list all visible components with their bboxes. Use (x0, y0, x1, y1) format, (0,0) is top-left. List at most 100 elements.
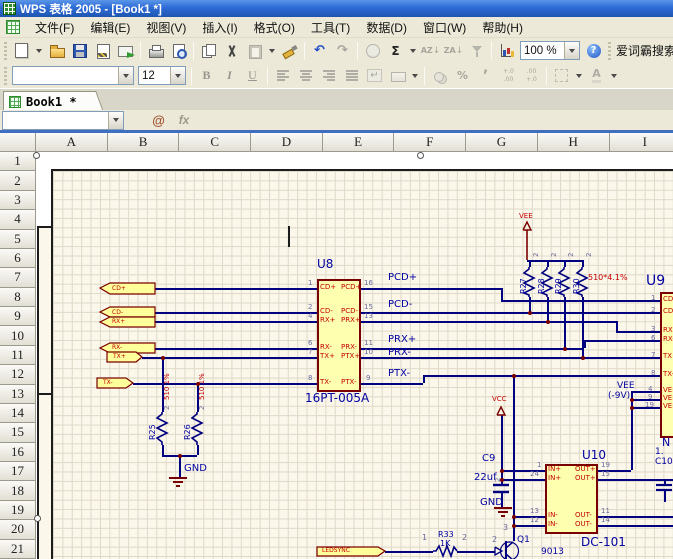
row-header-5[interactable]: 5 (0, 230, 36, 249)
decrease-decimal-button[interactable] (520, 65, 543, 86)
align-left-button[interactable] (271, 65, 294, 86)
sort-ascending-button[interactable] (419, 40, 442, 61)
autosum-button[interactable] (384, 40, 407, 61)
column-header-A[interactable]: A (36, 133, 108, 152)
menu-file[interactable]: 文件(F) (27, 17, 82, 38)
align-center-button[interactable] (294, 65, 317, 86)
dropdown-caret-icon[interactable] (266, 40, 278, 61)
object-selection-handle[interactable] (34, 515, 41, 522)
chart-button[interactable] (495, 40, 518, 61)
row-header-10[interactable]: 10 (0, 326, 36, 345)
row-header-17[interactable]: 17 (0, 462, 36, 481)
hyperlink-button[interactable] (361, 40, 384, 61)
italic-button[interactable] (218, 65, 241, 86)
column-header-G[interactable]: G (466, 133, 538, 152)
help-button[interactable] (582, 40, 605, 61)
font-color-button[interactable] (585, 65, 608, 86)
copy-button[interactable] (197, 40, 220, 61)
font-name-select[interactable] (12, 66, 134, 85)
save-button[interactable] (68, 40, 91, 61)
fx-icon[interactable]: fx (179, 113, 190, 127)
column-header-D[interactable]: D (251, 133, 323, 152)
currency-button[interactable] (428, 65, 451, 86)
merge-cells-button[interactable] (386, 65, 409, 86)
row-header-11[interactable]: 11 (0, 346, 36, 365)
print-button[interactable] (144, 40, 167, 61)
dropdown-caret-icon[interactable] (573, 65, 585, 86)
object-selection-handle[interactable] (417, 152, 424, 159)
row-header-9[interactable]: 9 (0, 307, 36, 326)
zoom-select-dropdown-icon[interactable] (564, 42, 579, 59)
align-right-button[interactable] (317, 65, 340, 86)
dropdown-caret-icon[interactable] (409, 65, 421, 86)
export-button[interactable] (91, 40, 114, 61)
cut-button[interactable] (220, 40, 243, 61)
menu-data[interactable]: 数据(D) (358, 17, 415, 38)
open-button[interactable] (45, 40, 68, 61)
comma-style-button[interactable] (474, 65, 497, 86)
increase-decimal-button[interactable] (497, 65, 520, 86)
wrap-text-button[interactable] (363, 65, 386, 86)
row-header-20[interactable]: 20 (0, 520, 36, 539)
toolbar-grip[interactable] (4, 42, 7, 60)
bold-button[interactable] (195, 65, 218, 86)
dropdown-caret-icon[interactable] (407, 40, 419, 61)
font-size-select-dropdown-icon[interactable] (170, 67, 185, 84)
column-header-C[interactable]: C (179, 133, 251, 152)
borders-button[interactable] (550, 65, 573, 86)
zoom-select[interactable]: 100 % (520, 41, 580, 60)
row-header-13[interactable]: 13 (0, 385, 36, 404)
send-email-button[interactable] (114, 40, 137, 61)
at-icon[interactable]: @ (152, 113, 165, 128)
column-header-F[interactable]: F (394, 133, 466, 152)
row-header-21[interactable]: 21 (0, 540, 36, 559)
row-header-6[interactable]: 6 (0, 249, 36, 268)
menu-window[interactable]: 窗口(W) (415, 17, 474, 38)
filter-button[interactable] (465, 40, 488, 61)
row-header-18[interactable]: 18 (0, 481, 36, 500)
toolbar-grip[interactable] (4, 67, 7, 85)
name-box-dropdown-icon[interactable] (108, 112, 123, 129)
underline-button[interactable] (241, 65, 264, 86)
row-header-16[interactable]: 16 (0, 443, 36, 462)
percent-style-button[interactable] (451, 65, 474, 86)
toolbar-grip[interactable] (608, 42, 611, 60)
menu-insert[interactable]: 插入(I) (194, 17, 245, 38)
menu-view[interactable]: 视图(V) (138, 17, 194, 38)
undo-button[interactable] (308, 40, 331, 61)
tab-book1[interactable]: Book1 * (3, 91, 91, 111)
iciba-search-label[interactable]: 爱词霸搜索: (616, 42, 673, 59)
dropdown-caret-icon[interactable] (33, 40, 45, 61)
menu-format[interactable]: 格式(O) (246, 17, 303, 38)
paste-button[interactable] (243, 40, 266, 61)
menu-help[interactable]: 帮助(H) (474, 17, 531, 38)
row-header-7[interactable]: 7 (0, 268, 36, 287)
row-header-12[interactable]: 12 (0, 365, 36, 384)
column-header-E[interactable]: E (323, 133, 395, 152)
row-header-4[interactable]: 4 (0, 210, 36, 229)
dropdown-caret-icon[interactable] (608, 65, 620, 86)
menu-edit[interactable]: 编辑(E) (82, 17, 138, 38)
row-header-3[interactable]: 3 (0, 191, 36, 210)
row-header-14[interactable]: 14 (0, 404, 36, 423)
column-header-I[interactable]: I (610, 133, 673, 152)
menu-tools[interactable]: 工具(T) (303, 17, 358, 38)
font-name-select-dropdown-icon[interactable] (118, 67, 133, 84)
object-selection-handle[interactable] (33, 152, 40, 159)
align-justify-button[interactable] (340, 65, 363, 86)
row-header-19[interactable]: 19 (0, 501, 36, 520)
font-size-select[interactable]: 12 (138, 66, 186, 85)
row-header-8[interactable]: 8 (0, 288, 36, 307)
sort-descending-button[interactable] (442, 40, 465, 61)
column-header-H[interactable]: H (538, 133, 610, 152)
row-header-2[interactable]: 2 (0, 171, 36, 190)
select-all-corner[interactable] (0, 133, 36, 152)
print-preview-button[interactable] (167, 40, 190, 61)
column-header-B[interactable]: B (108, 133, 180, 152)
new-document-button[interactable] (10, 40, 33, 61)
row-header-1[interactable]: 1 (0, 152, 36, 171)
redo-button[interactable] (331, 40, 354, 61)
row-header-15[interactable]: 15 (0, 423, 36, 442)
name-box[interactable] (2, 111, 124, 130)
embedded-schematic-object[interactable]: U816PT-005APCD+PCD-PRX+PRX-PTX-CD+CD-RX+… (36, 152, 673, 559)
